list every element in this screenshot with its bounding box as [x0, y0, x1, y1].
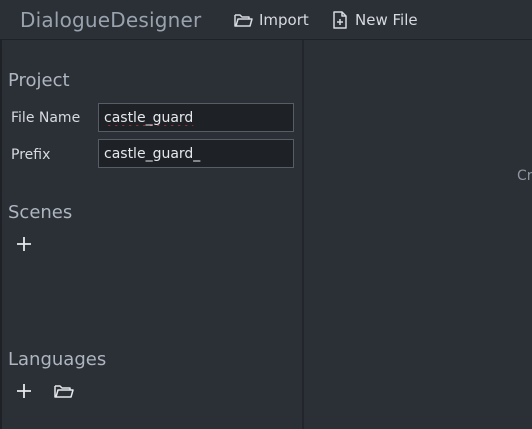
editor-hint-text: Cr — [517, 168, 532, 184]
new-file-button[interactable]: New File — [331, 8, 418, 32]
editor-area: Cr — [304, 40, 532, 429]
top-bar: DialogueDesigner Import New File — [0, 0, 532, 40]
import-button[interactable]: Import — [233, 8, 309, 32]
plus-icon — [15, 382, 33, 404]
app-title: DialogueDesigner — [20, 8, 202, 32]
project-panel: Project File Name Prefix Scenes Language… — [0, 40, 302, 429]
file-name-input[interactable] — [98, 103, 294, 132]
file-name-label: File Name — [11, 110, 81, 126]
scenes-heading: Scenes — [8, 202, 73, 223]
new-file-label: New File — [355, 11, 418, 29]
project-heading: Project — [8, 70, 70, 91]
prefix-label: Prefix — [11, 147, 51, 163]
import-label: Import — [259, 11, 309, 29]
open-language-folder-button[interactable] — [52, 381, 76, 405]
languages-heading: Languages — [8, 349, 107, 370]
plus-icon — [15, 235, 33, 257]
folder-open-icon — [233, 11, 253, 29]
folder-open-icon — [53, 382, 75, 404]
prefix-input[interactable] — [98, 139, 294, 168]
add-language-button[interactable] — [12, 381, 36, 405]
file-plus-icon — [331, 10, 349, 30]
add-scene-button[interactable] — [12, 234, 36, 258]
